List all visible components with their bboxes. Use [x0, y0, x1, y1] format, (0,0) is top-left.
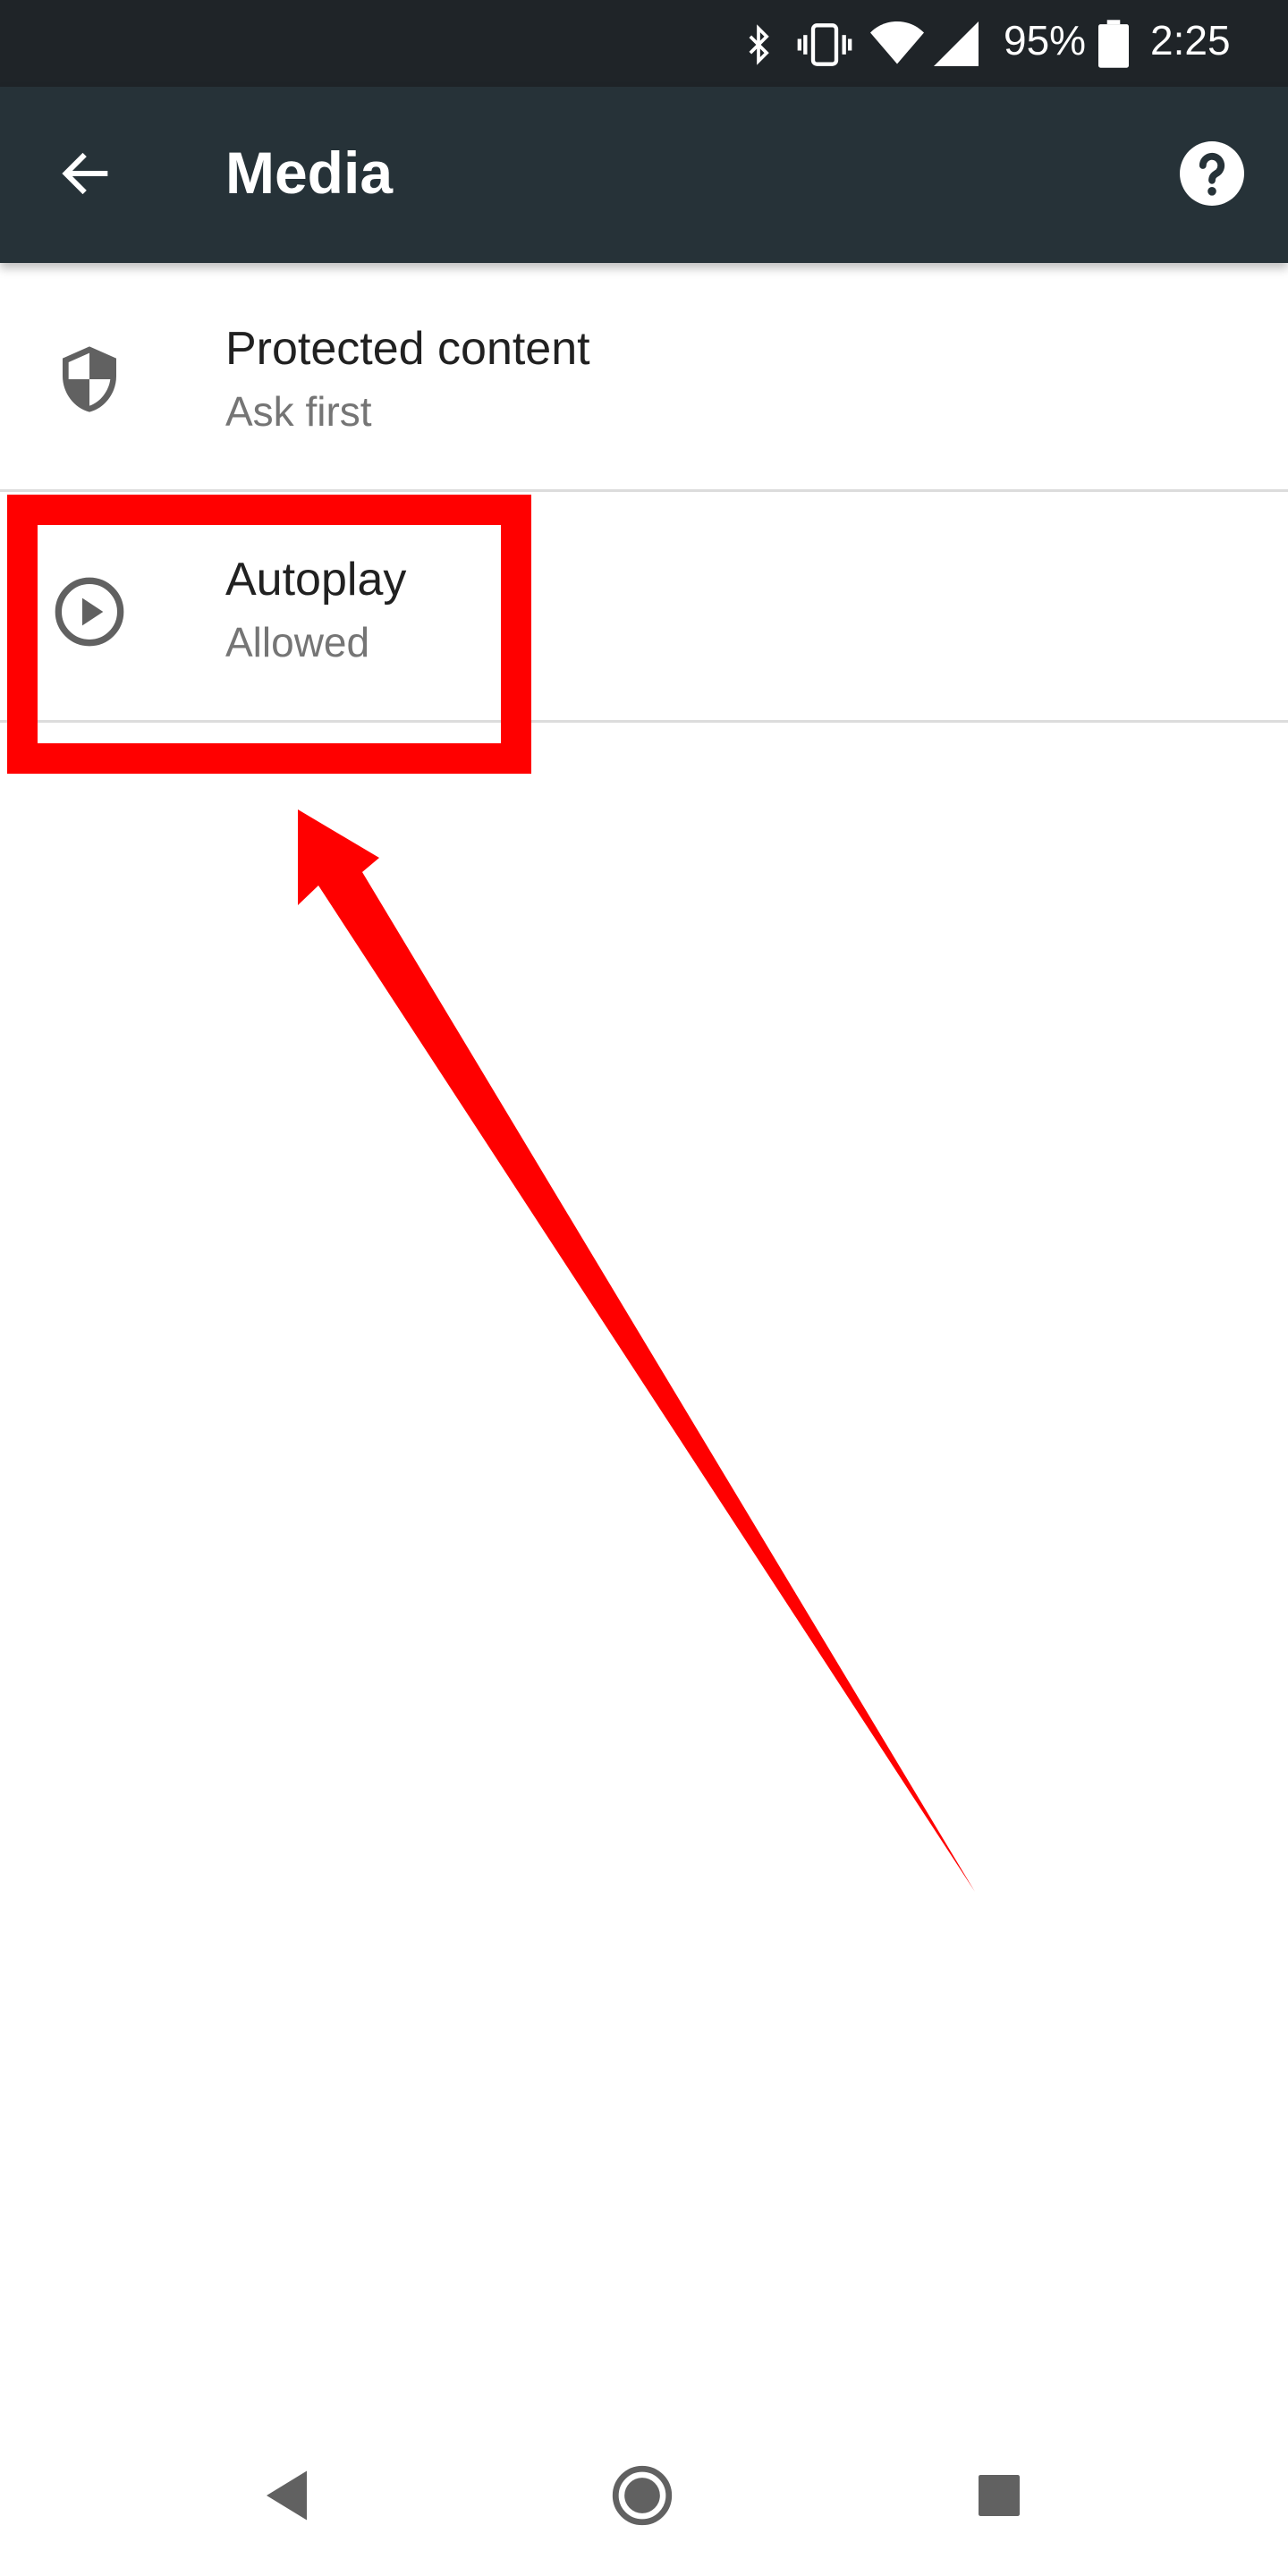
list-item-protected-content[interactable]: Protected content Ask first: [0, 263, 1288, 494]
item-subtitle: Allowed: [225, 619, 370, 665]
shield-icon: [63, 346, 116, 412]
page-title: Media: [225, 140, 394, 206]
bluetooth-icon: [749, 24, 769, 65]
item-title: Autoplay: [225, 554, 407, 606]
item-title: Protected content: [225, 323, 590, 375]
status-bar: 95% 2:25: [0, 0, 1288, 87]
item-subtitle: Ask first: [225, 388, 372, 435]
nav-bar: [0, 2415, 1288, 2576]
nav-home-button[interactable]: [597, 2451, 687, 2540]
battery-icon: [1098, 20, 1129, 68]
nav-back-button[interactable]: [244, 2451, 334, 2540]
cell-signal-icon: [934, 21, 979, 66]
play-circle-icon: [55, 577, 124, 647]
nav-recents-button[interactable]: [954, 2451, 1044, 2540]
nav-recents-icon: [979, 2475, 1020, 2516]
nav-home-icon: [612, 2465, 673, 2526]
back-button[interactable]: [47, 133, 127, 214]
help-icon: [1180, 141, 1244, 206]
status-time: 2:25: [1150, 17, 1231, 64]
app-bar: Media: [0, 87, 1288, 263]
back-arrow-icon: [62, 152, 108, 195]
list-item-autoplay[interactable]: Autoplay Allowed: [0, 492, 1288, 723]
wifi-icon: [870, 21, 924, 64]
divider: [0, 720, 1288, 723]
nav-back-icon: [267, 2470, 307, 2521]
battery-percent: 95%: [1004, 17, 1087, 64]
vibrate-icon: [797, 23, 852, 66]
help-button[interactable]: [1172, 133, 1252, 214]
